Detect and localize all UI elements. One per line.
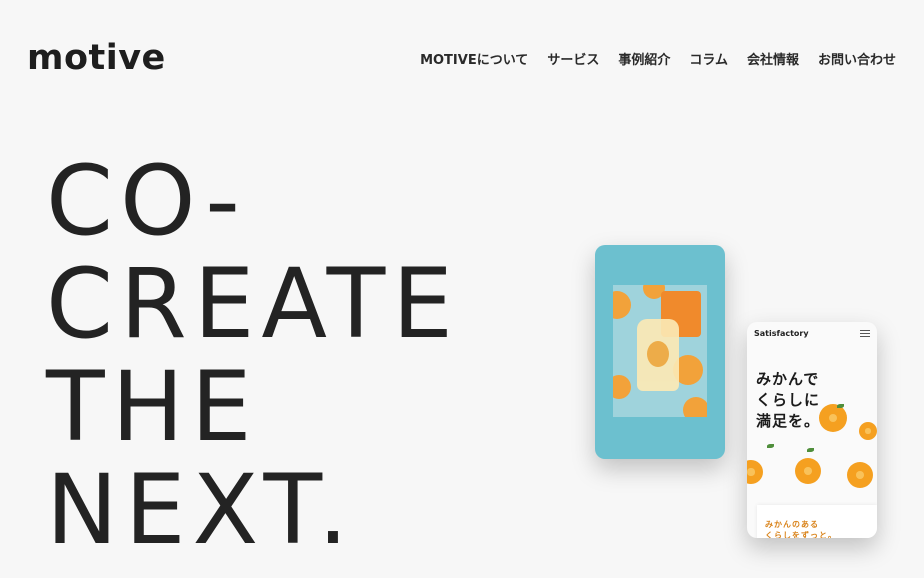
hero-line: CREATE	[46, 248, 460, 360]
product-poster-image	[613, 285, 707, 417]
phone-mockup-site: Satisfactory みかんで くらしに 満足を。 みかんのある くらしをず…	[747, 322, 877, 538]
nav-item-company[interactable]: 会社情報	[747, 49, 799, 68]
hero-line: CO-	[46, 145, 247, 257]
hamburger-menu-icon	[860, 330, 870, 339]
site-brand: Satisfactory	[754, 329, 809, 338]
hero-line: NEXT.	[46, 454, 356, 566]
nav-item-services[interactable]: サービス	[547, 49, 599, 68]
phone-mockup-poster	[595, 245, 725, 459]
site-card-text: みかんのある くらしをずっと。	[765, 520, 837, 538]
nav-item-contact[interactable]: お問い合わせ	[818, 49, 896, 68]
nav-item-cases[interactable]: 事例紹介	[618, 49, 670, 68]
site-hero-title: みかんで くらしに 満足を。	[756, 370, 821, 430]
nav-item-about[interactable]: MOTIVEについて	[420, 49, 528, 68]
hero-line: THE	[46, 351, 259, 463]
hero-headline: CO- CREATE THE NEXT.	[46, 150, 460, 562]
logo[interactable]: motive	[27, 38, 166, 78]
site-card: みかんのある くらしをずっと。	[757, 505, 877, 538]
nav-item-column[interactable]: コラム	[689, 49, 728, 68]
main-nav: MOTIVEについて サービス 事例紹介 コラム 会社情報 お問い合わせ	[420, 49, 896, 68]
